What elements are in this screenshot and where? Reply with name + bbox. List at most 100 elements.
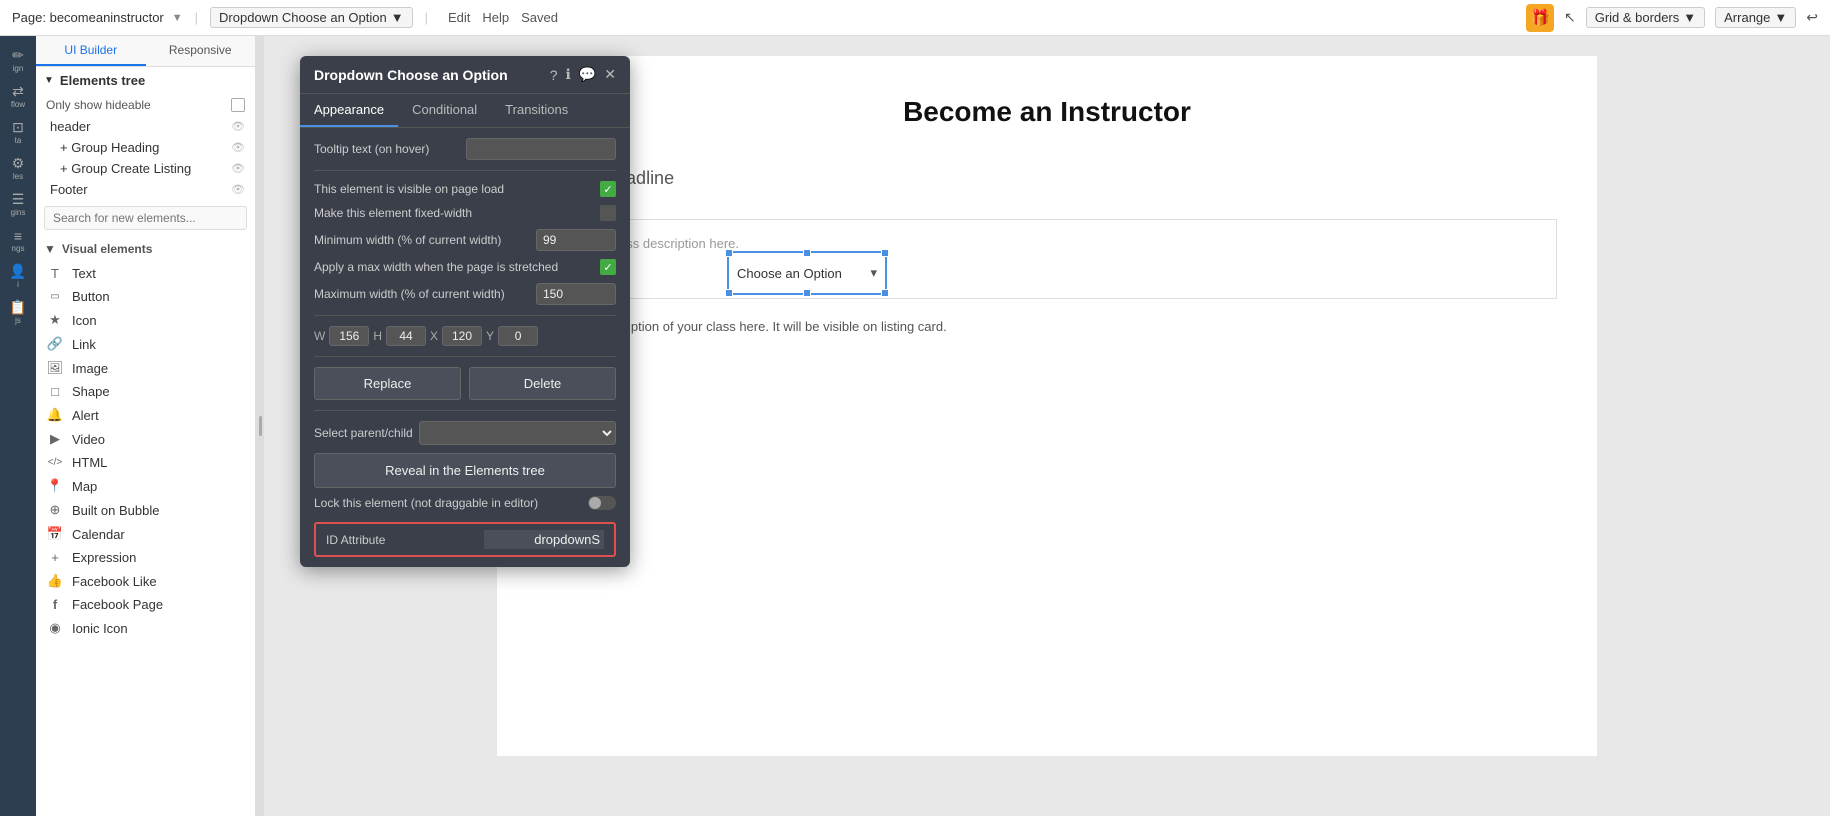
- delete-button[interactable]: Delete: [469, 367, 616, 400]
- only-show-toggle[interactable]: [231, 98, 245, 112]
- sidebar-item-flow[interactable]: ⇄ flow: [2, 80, 34, 112]
- help-circle-icon[interactable]: ?: [550, 67, 558, 83]
- page-selector[interactable]: Page: becomeaninstructor: [12, 10, 164, 25]
- tree-item-footer[interactable]: Footer 👁: [36, 179, 255, 200]
- description-box: Add your class description here.: [537, 219, 1557, 299]
- grid-borders-btn[interactable]: Grid & borders ▼: [1586, 7, 1705, 28]
- tree-item-header[interactable]: header 👁: [36, 116, 255, 137]
- sidebar-item-design[interactable]: ✏ ign: [2, 44, 34, 76]
- sidebar-item-logs[interactable]: ≡ ngs: [2, 224, 34, 256]
- visual-item-calendar[interactable]: 📅 Calendar: [36, 522, 255, 546]
- modal-header: Dropdown Choose an Option ? ℹ 💬 ✕: [300, 56, 630, 94]
- comment-icon[interactable]: 💬: [579, 66, 596, 83]
- main-layout: ✏ ign ⇄ flow ⊡ ta ⚙ les ☰ gins ≡ ngs 👤 i…: [0, 36, 1830, 816]
- visual-item-built-on-bubble[interactable]: ⊕ Built on Bubble: [36, 498, 255, 522]
- replace-button[interactable]: Replace: [314, 367, 461, 400]
- search-elements-input[interactable]: [44, 206, 247, 230]
- handle-top-right[interactable]: [881, 249, 889, 257]
- visual-item-text[interactable]: T Text: [36, 262, 255, 285]
- info-icon[interactable]: ℹ: [566, 66, 571, 83]
- elements-tree-label: Elements tree: [60, 73, 145, 88]
- max-width-label: Apply a max width when the page is stret…: [314, 260, 558, 274]
- tooltip-input[interactable]: [466, 138, 616, 160]
- h-label: H: [373, 329, 382, 343]
- visual-item-ionic-icon[interactable]: ◉ Ionic Icon: [36, 616, 255, 640]
- visual-elements-header[interactable]: ▼ Visual elements: [36, 236, 255, 262]
- page-arrow-icon[interactable]: ▼: [172, 12, 183, 24]
- sidebar-item-js[interactable]: 📋 js: [2, 296, 34, 328]
- fixed-width-checkbox[interactable]: [600, 205, 616, 221]
- min-width-input[interactable]: [536, 229, 616, 251]
- visual-item-facebook-like[interactable]: 👍 Facebook Like: [36, 569, 255, 593]
- handle-bottom-center[interactable]: [803, 289, 811, 297]
- y-input[interactable]: [498, 326, 538, 346]
- handle-top-center[interactable]: [803, 249, 811, 257]
- visual-item-link[interactable]: 🔗 Link: [36, 332, 255, 356]
- fixed-width-label: Make this element fixed-width: [314, 206, 472, 220]
- tab-appearance[interactable]: Appearance: [300, 94, 398, 127]
- calendar-element-icon: 📅: [46, 526, 64, 542]
- x-label: X: [430, 329, 438, 343]
- visual-item-image[interactable]: 🖼 Image: [36, 356, 255, 380]
- visual-item-map[interactable]: 📍 Map: [36, 474, 255, 498]
- sidebar-item-plugins[interactable]: ⚙ les: [2, 152, 34, 184]
- height-input[interactable]: [386, 326, 426, 346]
- close-icon[interactable]: ✕: [604, 66, 616, 83]
- sidebar-item-settings[interactable]: ☰ gins: [2, 188, 34, 220]
- tree-item-group-heading[interactable]: + Group Heading 👁: [36, 137, 255, 158]
- divider-2: [314, 315, 616, 316]
- visual-item-video[interactable]: ▶ Video: [36, 427, 255, 451]
- edit-btn[interactable]: Edit: [448, 10, 470, 25]
- plugin-icon: ⚙: [12, 155, 25, 172]
- gift-icon[interactable]: 🎁: [1526, 4, 1554, 32]
- page-title: Become an Instructor: [497, 56, 1597, 148]
- handle-bottom-left[interactable]: [725, 289, 733, 297]
- element-dropdown-selector[interactable]: Dropdown Choose an Option ▼: [210, 7, 413, 28]
- visible-row: This element is visible on page load ✓: [314, 181, 616, 197]
- arrange-btn[interactable]: Arrange ▼: [1715, 7, 1796, 28]
- pointer-icon[interactable]: ↖: [1564, 9, 1576, 26]
- visual-arrow-icon: ▼: [44, 242, 56, 256]
- min-width-label: Minimum width (% of current width): [314, 233, 536, 247]
- visual-item-shape[interactable]: □ Shape: [36, 380, 255, 403]
- lock-toggle[interactable]: [588, 496, 616, 510]
- flow-icon: ⇄: [12, 83, 24, 100]
- visual-item-icon[interactable]: ★ Icon: [36, 308, 255, 332]
- visual-item-button[interactable]: ▭ Button: [36, 285, 255, 308]
- handle-top-left[interactable]: [725, 249, 733, 257]
- help-btn[interactable]: Help: [482, 10, 509, 25]
- data-icon: ⊡: [12, 119, 24, 136]
- width-input[interactable]: [329, 326, 369, 346]
- max-width-row: Apply a max width when the page is stret…: [314, 259, 616, 275]
- id-attribute-input[interactable]: [484, 530, 604, 549]
- sample-headline: Sample Headline: [497, 148, 1597, 199]
- tree-item-group-create-listing[interactable]: + Group Create Listing 👁: [36, 158, 255, 179]
- arrange-arrow-icon: ▼: [1774, 10, 1787, 25]
- sidebar-item-data[interactable]: ⊡ ta: [2, 116, 34, 148]
- sidebar-icons: ✏ ign ⇄ flow ⊡ ta ⚙ les ☰ gins ≡ ngs 👤 i…: [0, 36, 36, 816]
- panel-resize-handle[interactable]: [256, 36, 264, 816]
- tab-transitions[interactable]: Transitions: [491, 94, 582, 127]
- parent-child-select[interactable]: [419, 421, 616, 445]
- visible-checkbox[interactable]: ✓: [600, 181, 616, 197]
- ionic-icon-element: ◉: [46, 620, 64, 636]
- tab-ui-builder[interactable]: UI Builder: [36, 36, 146, 66]
- undo-icon[interactable]: ↩: [1806, 9, 1818, 26]
- visual-item-html[interactable]: </> HTML: [36, 451, 255, 474]
- max-width-value-input[interactable]: [536, 283, 616, 305]
- dropdown-element[interactable]: Choose an Option ▾: [727, 251, 887, 295]
- handle-bottom-right[interactable]: [881, 289, 889, 297]
- visual-item-expression[interactable]: + Expression: [36, 546, 255, 569]
- elements-tree-header[interactable]: ▼ Elements tree: [36, 67, 255, 94]
- visual-item-alert[interactable]: 🔔 Alert: [36, 403, 255, 427]
- tab-conditional[interactable]: Conditional: [398, 94, 491, 127]
- modal-title: Dropdown Choose an Option: [314, 67, 508, 83]
- max-width-checkbox[interactable]: ✓: [600, 259, 616, 275]
- only-show-label: Only show hideable: [46, 98, 151, 112]
- x-input[interactable]: [442, 326, 482, 346]
- panel-tabs: UI Builder Responsive: [36, 36, 255, 67]
- reveal-elements-tree-button[interactable]: Reveal in the Elements tree: [314, 453, 616, 488]
- visual-item-facebook-page[interactable]: f Facebook Page: [36, 593, 255, 616]
- sidebar-item-user[interactable]: 👤 i: [2, 260, 34, 292]
- tab-responsive[interactable]: Responsive: [146, 36, 256, 66]
